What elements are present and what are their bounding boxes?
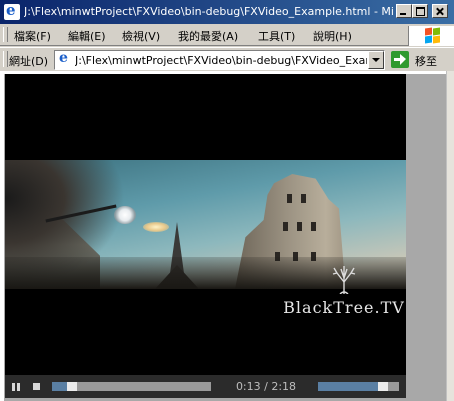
menu-file[interactable]: 檔案(F) <box>14 28 51 44</box>
menu-help[interactable]: 說明(H) <box>313 28 352 44</box>
brand-watermark: BlackTree.TV <box>283 264 405 330</box>
video-street-lamp <box>114 206 136 224</box>
menu-tools[interactable]: 工具(T) <box>258 28 295 44</box>
address-url[interactable]: J:\Flex\minwtProject\FXVideo\bin-debug\F… <box>75 54 367 67</box>
seek-bar[interactable] <box>52 382 211 391</box>
close-button[interactable] <box>432 4 448 18</box>
page-icon <box>57 50 71 67</box>
video-player[interactable]: BlackTree.TV 0:13 / 2:18 <box>5 74 406 398</box>
pause-icon[interactable] <box>12 383 20 391</box>
video-sun-flare <box>143 222 169 232</box>
title-bar[interactable]: J:\Flex\minwtProject\FXVideo\bin-debug\F… <box>0 0 454 24</box>
toolbar-grip[interactable] <box>3 51 8 67</box>
windows-logo-icon <box>408 26 454 46</box>
address-bar: 網址(D) J:\Flex\minwtProject\FXVideo\bin-d… <box>0 47 454 71</box>
volume-slider[interactable] <box>318 382 399 391</box>
player-control-bar: 0:13 / 2:18 <box>5 375 406 398</box>
menu-view[interactable]: 檢視(V) <box>122 28 160 44</box>
address-input[interactable]: J:\Flex\minwtProject\FXVideo\bin-debug\F… <box>54 50 385 70</box>
volume-level <box>318 382 384 391</box>
watermark-text: BlackTree.TV <box>283 298 405 317</box>
ie-icon <box>4 1 20 20</box>
go-button[interactable]: 移至 <box>390 50 452 70</box>
stop-icon[interactable] <box>33 383 40 390</box>
toolbar-grip[interactable] <box>3 27 8 42</box>
menu-edit[interactable]: 編輯(E) <box>68 28 106 44</box>
menu-favorites[interactable]: 我的最愛(A) <box>178 28 238 44</box>
menu-bar: 檔案(F) 編輯(E) 檢視(V) 我的最愛(A) 工具(T) 說明(H) <box>0 24 454 46</box>
seek-handle[interactable] <box>67 382 77 391</box>
vertical-scrollbar[interactable] <box>446 71 454 401</box>
time-display: 0:13 / 2:18 <box>235 380 297 393</box>
window-title: J:\Flex\minwtProject\FXVideo\bin-debug\F… <box>24 5 394 18</box>
seek-progress <box>52 382 67 391</box>
minimize-button[interactable] <box>396 4 412 18</box>
volume-handle[interactable] <box>378 382 388 391</box>
go-label: 移至 <box>415 55 437 68</box>
tree-logo-icon <box>332 266 356 294</box>
chevron-down-icon[interactable] <box>368 51 384 69</box>
maximize-button[interactable] <box>412 4 428 18</box>
go-arrow-icon <box>391 51 409 68</box>
address-label: 網址(D) <box>9 55 49 68</box>
